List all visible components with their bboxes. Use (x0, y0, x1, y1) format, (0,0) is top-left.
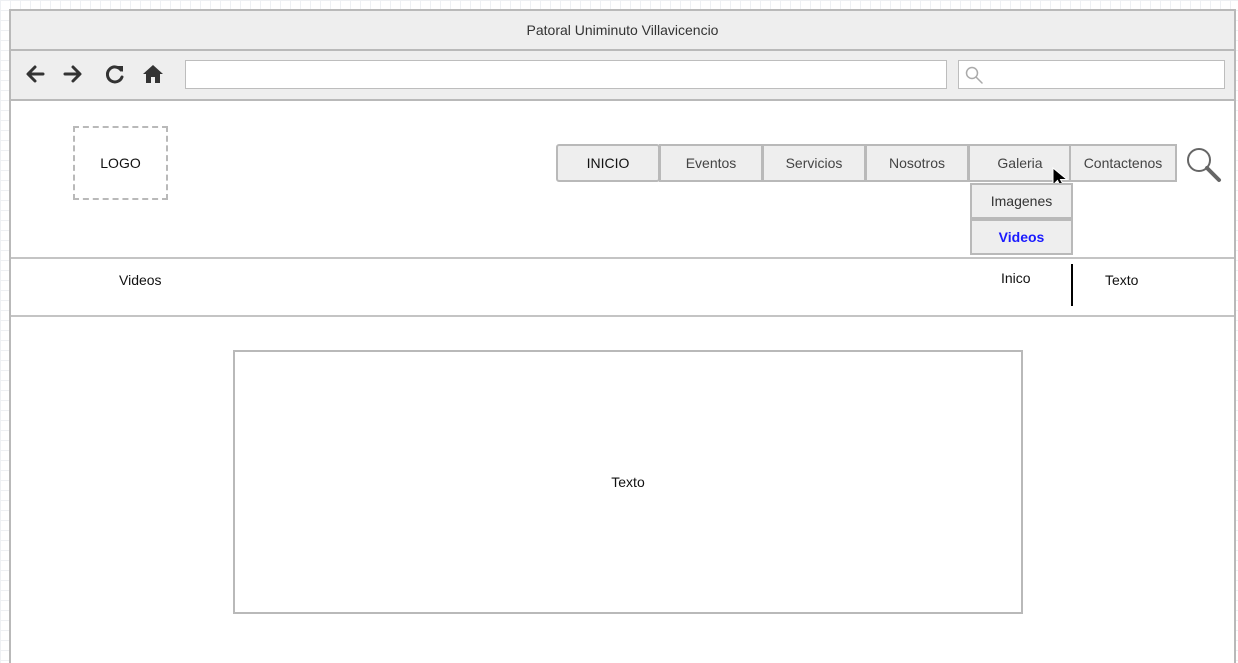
breadcrumb-link-inicio[interactable]: Inico (1001, 270, 1031, 286)
breadcrumb: Videos Inico Texto (11, 257, 1234, 317)
submenu-item-label: Videos (998, 229, 1045, 245)
menu-item-contactenos[interactable]: Contactenos (1069, 144, 1177, 182)
menu-item-label: Servicios (785, 155, 843, 171)
reload-button[interactable] (103, 62, 127, 86)
submenu-item-videos[interactable]: Videos (970, 219, 1073, 255)
logo-text: LOGO (100, 155, 141, 171)
web-page: LOGO INICIO Eventos Servicios Nosotros G… (11, 101, 1234, 663)
browser-window: Patoral Uniminuto Villavicencio LOGO INI… (9, 9, 1236, 663)
reload-icon (106, 65, 124, 84)
menu-item-label: Eventos (685, 155, 737, 171)
menu-item-eventos[interactable]: Eventos (659, 144, 763, 182)
forward-button[interactable] (61, 62, 85, 86)
content-text: Texto (611, 474, 645, 490)
magnifier-icon[interactable] (1184, 145, 1224, 185)
back-button[interactable] (23, 62, 47, 86)
search-icon (965, 66, 983, 84)
window-title: Patoral Uniminuto Villavicencio (526, 22, 719, 38)
content-placeholder: Texto (233, 350, 1023, 614)
logo-placeholder: LOGO (73, 126, 168, 200)
arrow-right-icon (63, 65, 82, 83)
home-button[interactable] (141, 62, 165, 86)
url-bar[interactable] (185, 60, 947, 89)
menu-item-inicio[interactable]: INICIO (556, 144, 660, 182)
submenu-item-imagenes[interactable]: Imagenes (970, 183, 1073, 219)
window-titlebar: Patoral Uniminuto Villavicencio (11, 11, 1234, 51)
breadcrumb-current: Texto (1105, 272, 1139, 288)
home-icon (143, 65, 163, 83)
menu-item-servicios[interactable]: Servicios (762, 144, 866, 182)
menu-item-nosotros[interactable]: Nosotros (865, 144, 969, 182)
submenu-item-label: Imagenes (990, 193, 1053, 209)
browser-search-field[interactable] (958, 60, 1225, 89)
menu-item-label: Galeria (997, 155, 1043, 171)
browser-toolbar (11, 51, 1234, 101)
page-title: Videos (119, 272, 162, 288)
arrow-left-icon (26, 65, 45, 83)
menu-item-label: INICIO (586, 155, 630, 171)
menu-item-label: Nosotros (888, 155, 946, 171)
breadcrumb-divider (1071, 264, 1073, 306)
menu-item-label: Contactenos (1083, 155, 1163, 171)
